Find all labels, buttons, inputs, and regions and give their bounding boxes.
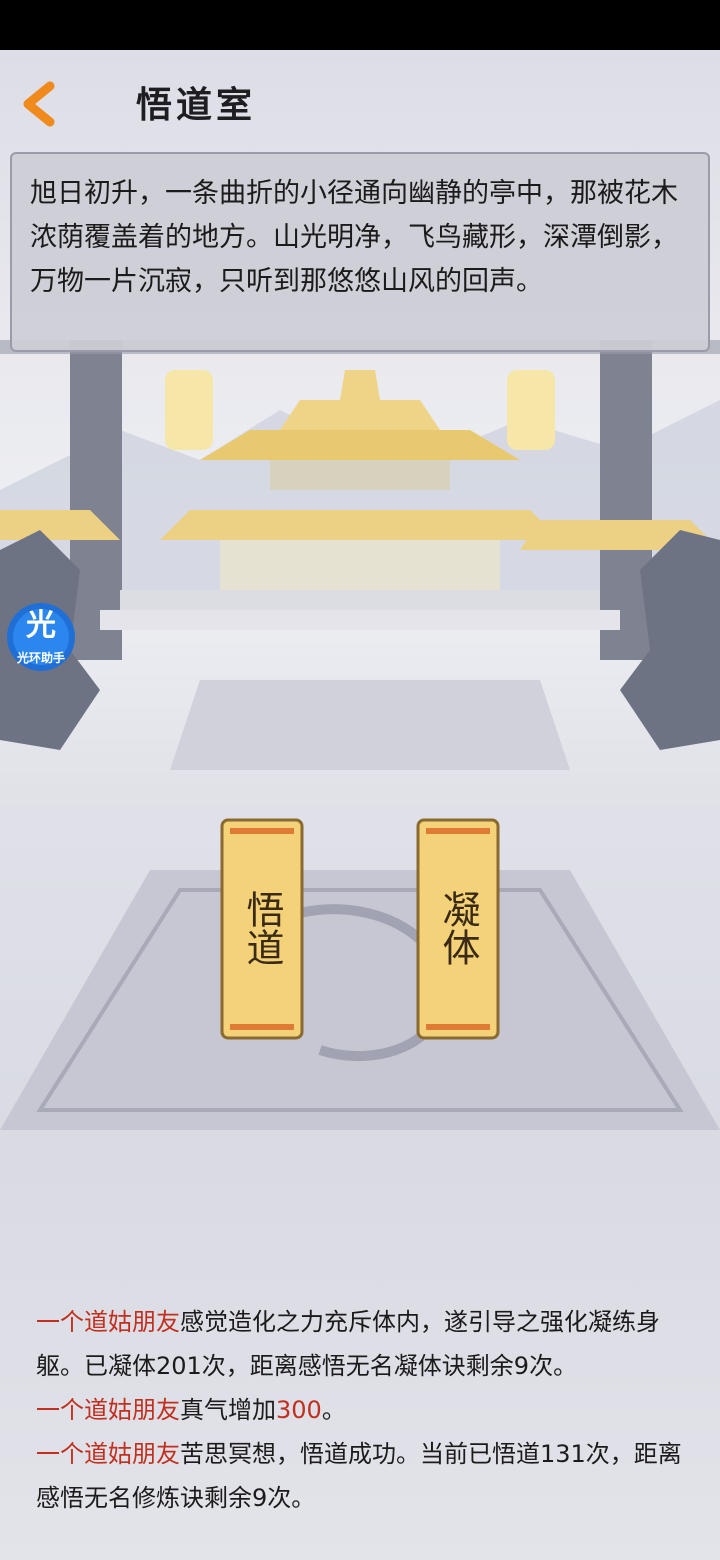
- status-bar: [0, 0, 720, 50]
- back-button[interactable]: [14, 76, 70, 132]
- chevron-left-icon: [23, 81, 55, 127]
- log-entry: 一个道姑朋友真气增加300。: [36, 1388, 684, 1432]
- log-entry: 一个道姑朋友苦思冥想，悟道成功。当前已悟道131次，距离感悟无名修炼诀剩余9次。: [36, 1432, 684, 1520]
- log-entry-value: 300: [276, 1396, 322, 1424]
- log-entry-name: 一个道姑朋友: [36, 1308, 180, 1336]
- description-text: 旭日初升，一条曲折的小径通向幽静的亭中，那被花木浓荫覆盖着的地方。山光明净，飞鸟…: [30, 178, 678, 297]
- helper-glyph: 光: [26, 608, 56, 643]
- log-entry-name: 一个道姑朋友: [36, 1396, 180, 1424]
- page-title: 悟道室: [136, 84, 257, 126]
- event-log: 一个道姑朋友感觉造化之力充斥体内，遂引导之强化凝练身躯。已凝体201次，距离感悟…: [36, 1300, 684, 1520]
- body-condense-button[interactable]: 凝体: [416, 818, 500, 1040]
- log-entry: 一个道姑朋友感觉造化之力充斥体内，遂引导之强化凝练身躯。已凝体201次，距离感悟…: [36, 1300, 684, 1388]
- body-condense-label: 凝体: [436, 890, 480, 966]
- log-entry-text: 真气增加: [180, 1396, 276, 1424]
- halo-helper-button[interactable]: 光 光环助手: [4, 600, 78, 680]
- log-entry-name: 一个道姑朋友: [36, 1440, 180, 1468]
- description-panel: 旭日初升，一条曲折的小径通向幽静的亭中，那被花木浓荫覆盖着的地方。山光明净，飞鸟…: [10, 152, 710, 352]
- enlightenment-button[interactable]: 悟道: [220, 818, 304, 1040]
- log-entry-suffix: 。: [321, 1396, 346, 1424]
- helper-label: 光环助手: [16, 651, 65, 665]
- enlightenment-label: 悟道: [240, 890, 284, 966]
